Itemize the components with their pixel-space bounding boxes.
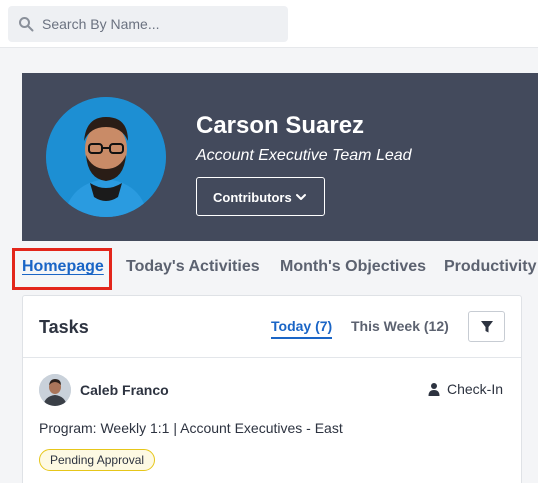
tab-months-objectives[interactable]: Month's Objectives xyxy=(280,258,426,276)
assignee-name: Caleb Franco xyxy=(80,382,169,398)
filter-icon xyxy=(481,321,493,333)
tab-this-week[interactable]: This Week (12) xyxy=(351,318,449,334)
tab-today[interactable]: Today (7) xyxy=(271,318,333,339)
search-icon xyxy=(19,17,34,32)
tasks-card-header: Tasks Today (7) This Week (12) xyxy=(23,296,521,358)
tab-todays-activities[interactable]: Today's Activities xyxy=(126,258,260,276)
status-badge: Pending Approval xyxy=(39,449,156,471)
task-type-label: Check-In xyxy=(447,381,504,397)
search-placeholder: Search By Name... xyxy=(42,16,160,32)
contributors-dropdown[interactable]: Contributors xyxy=(196,177,325,216)
contributors-label: Contributors xyxy=(213,190,292,205)
profile-role: Account Executive Team Lead xyxy=(196,147,412,164)
tasks-title: Tasks xyxy=(39,317,89,337)
profile-header: Carson Suarez Account Executive Team Lea… xyxy=(22,73,538,241)
tasks-card: Tasks Today (7) This Week (12) Caleb Fra… xyxy=(22,295,522,483)
chevron-down-icon xyxy=(296,194,306,200)
profile-name: Carson Suarez xyxy=(196,112,365,139)
top-bar: Search By Name... xyxy=(0,0,538,48)
task-program: Program: Weekly 1:1 | Account Executives… xyxy=(39,420,343,436)
tab-productivity[interactable]: Productivity xyxy=(444,258,536,276)
filter-button[interactable] xyxy=(468,311,505,342)
search-input[interactable]: Search By Name... xyxy=(8,6,288,42)
person-icon xyxy=(428,383,440,396)
tab-homepage[interactable]: Homepage xyxy=(22,258,104,276)
assignee-avatar xyxy=(39,374,71,406)
profile-avatar xyxy=(46,97,166,217)
